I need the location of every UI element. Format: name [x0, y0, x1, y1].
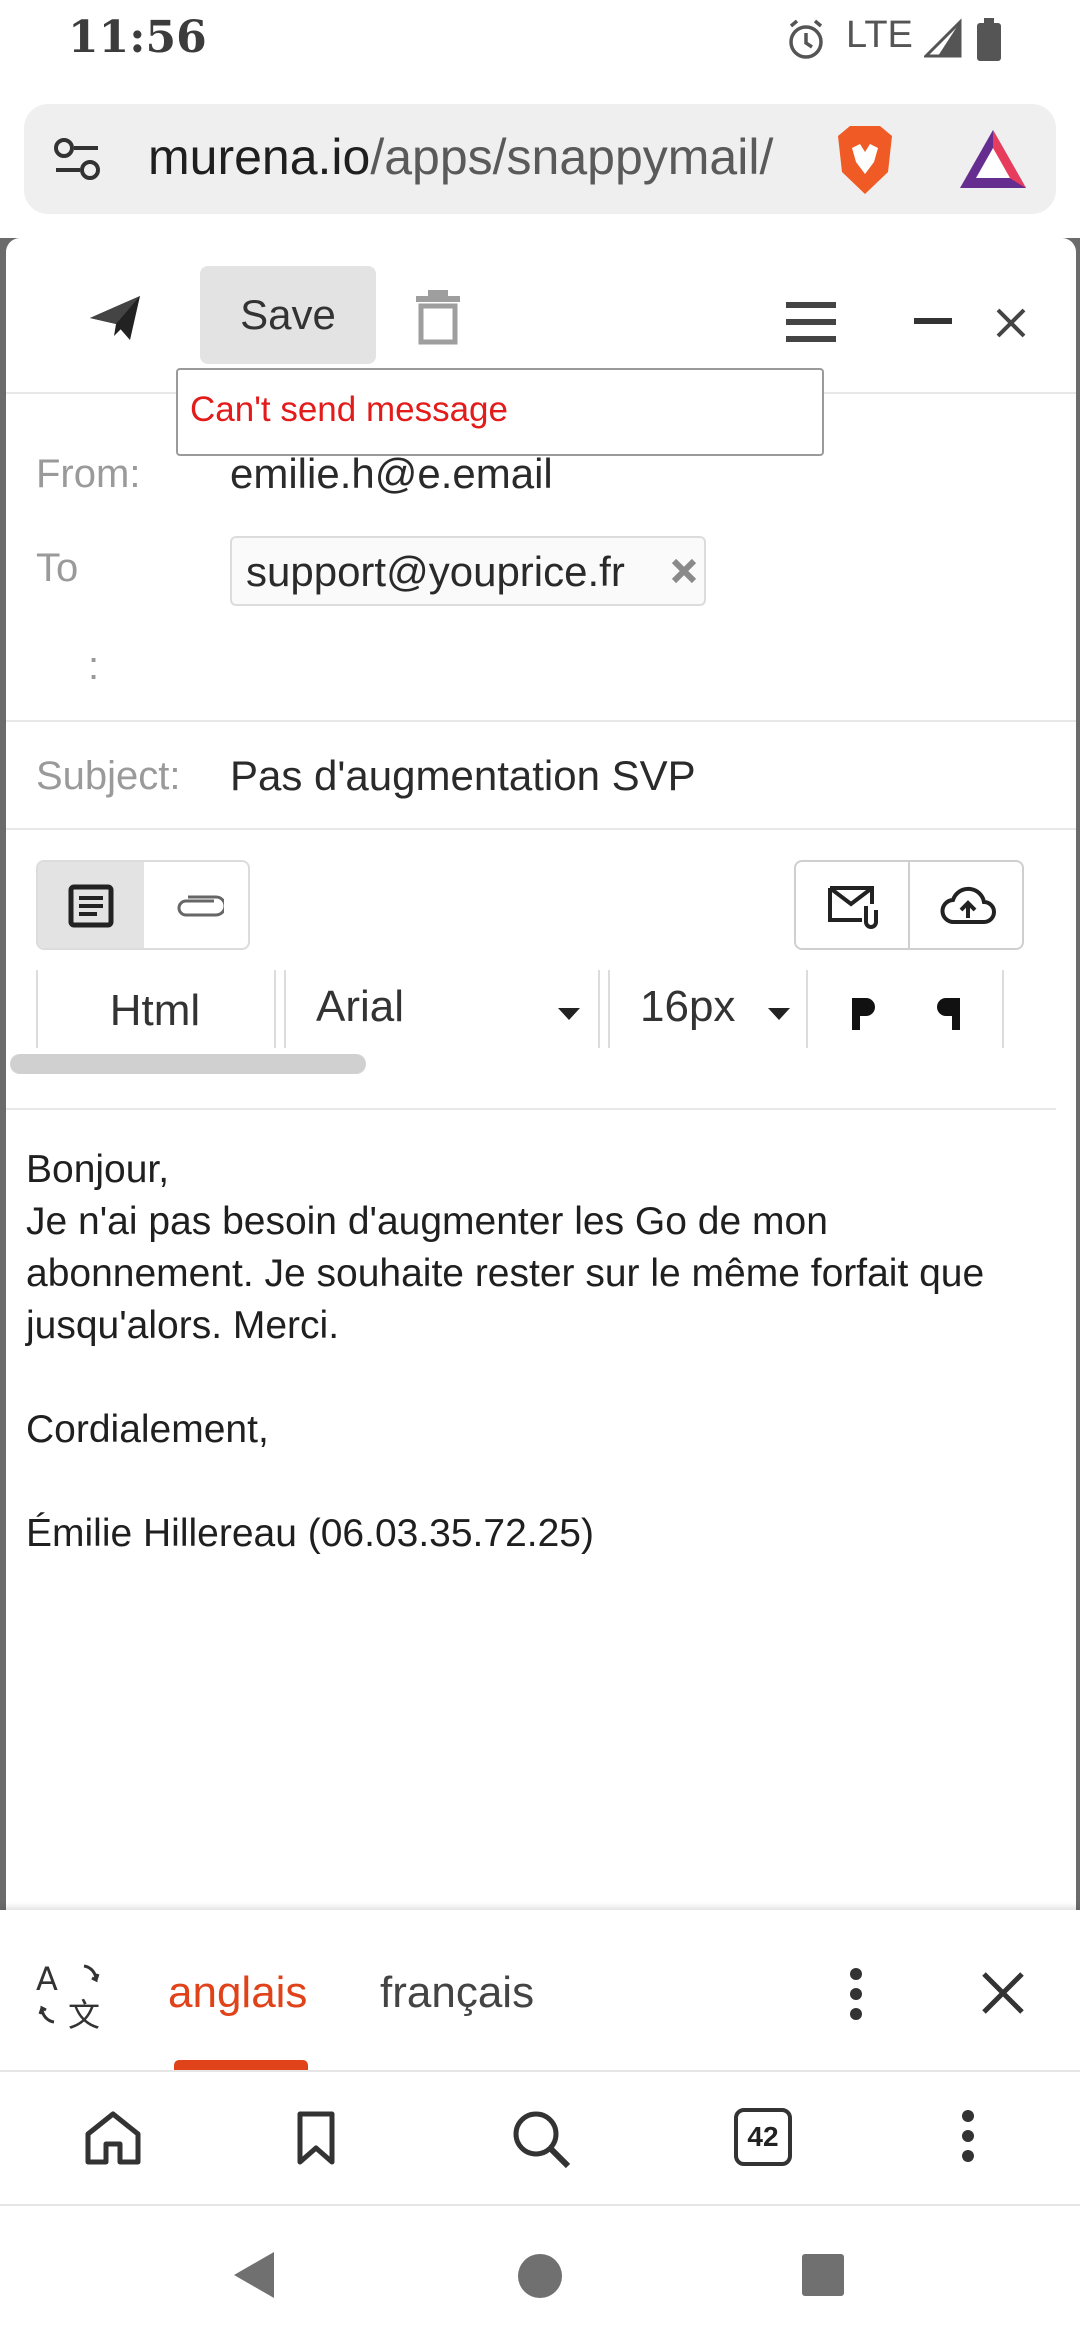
home-icon[interactable]: [84, 2110, 142, 2171]
error-tooltip: Can't send message: [176, 368, 824, 456]
address-bar[interactable]: murena.io/apps/snappymail/: [24, 104, 1056, 214]
hamburger-icon: [786, 302, 836, 342]
more-vert-icon[interactable]: [846, 1966, 866, 2022]
close-button[interactable]: [996, 308, 1026, 338]
recipient-email: support@youprice.fr: [246, 548, 625, 595]
close-icon[interactable]: [980, 1970, 1026, 2016]
divider: [1002, 970, 1004, 1048]
more-vert-icon[interactable]: [958, 2108, 978, 2169]
subject-label: Subject:: [36, 754, 181, 798]
to-label: To: [36, 546, 79, 590]
document-icon: [68, 884, 114, 928]
subject-field[interactable]: Pas d'augmentation SVP: [230, 752, 696, 800]
divider: [284, 970, 286, 1048]
bookmark-icon[interactable]: [296, 2110, 336, 2171]
divider: [598, 970, 600, 1048]
url-path: /apps/snappymail/: [370, 129, 774, 185]
message-body-editor[interactable]: Bonjour, Je n'ai pas besoin d'augmenter …: [26, 1144, 1056, 1560]
chevron-down-icon[interactable]: [768, 1008, 790, 1020]
extra-field-label: :: [88, 644, 100, 688]
divider: [274, 970, 276, 1048]
remove-recipient-icon[interactable]: [670, 556, 698, 586]
mail-attachment-icon: [828, 886, 878, 929]
site-settings-icon[interactable]: [52, 136, 102, 187]
cloud-upload-icon: [940, 886, 996, 924]
send-button[interactable]: [86, 290, 146, 346]
active-tab-indicator: [174, 2060, 308, 2070]
signal-icon: [922, 18, 962, 65]
body-line: Je n'ai pas besoin d'augmenter les Go de…: [26, 1200, 985, 1347]
divider: [6, 1108, 1056, 1110]
back-icon[interactable]: [232, 2250, 276, 2305]
translate-bar: [0, 1910, 1080, 2070]
text-direction-ltr-icon[interactable]: [846, 996, 876, 1032]
network-type: LTE: [846, 14, 913, 56]
body-line: Émilie Hillereau (06.03.35.72.25): [26, 1512, 594, 1555]
status-bar: 11:56 LTE: [0, 0, 1080, 88]
tabs-count: 42: [747, 2121, 779, 2152]
tabs-button[interactable]: 42: [734, 2108, 792, 2166]
alarm-icon: [786, 18, 826, 67]
url-host: murena.io: [148, 129, 371, 185]
font-family-select[interactable]: Arial: [316, 982, 404, 1032]
save-button[interactable]: Save: [200, 266, 376, 364]
text-mode-button[interactable]: [38, 862, 144, 948]
paperclip-icon: [177, 895, 224, 917]
divider: [6, 828, 1076, 830]
translate-target-language-tab[interactable]: français: [380, 1968, 534, 2018]
trash-icon: [416, 290, 460, 345]
body-line: Cordialement,: [26, 1408, 269, 1451]
brave-shields-icon[interactable]: [830, 122, 900, 203]
recipient-chip[interactable]: support@youprice.fr: [230, 536, 706, 606]
body-line: [26, 1456, 1056, 1508]
search-icon[interactable]: [510, 2108, 572, 2175]
from-label: From:: [36, 452, 141, 496]
url-text[interactable]: murena.io/apps/snappymail/: [148, 128, 773, 186]
delete-button[interactable]: [414, 288, 462, 346]
minimize-button[interactable]: [914, 318, 952, 324]
chevron-down-icon[interactable]: [558, 1008, 580, 1020]
paper-plane-icon: [90, 296, 140, 340]
home-nav-icon[interactable]: [518, 2254, 562, 2298]
from-field[interactable]: emilie.h@e.email: [230, 450, 553, 498]
divider: [806, 970, 808, 1048]
brave-rewards-icon[interactable]: [958, 128, 1028, 195]
attachments-mode-button[interactable]: [146, 862, 248, 948]
body-line: [26, 1352, 1056, 1404]
translate-source-language-tab[interactable]: anglais: [168, 1968, 307, 2018]
text-direction-rtl-icon[interactable]: [936, 996, 966, 1032]
menu-button[interactable]: [786, 300, 836, 344]
format-mode-selector[interactable]: Html: [60, 986, 250, 1036]
divider: [608, 970, 610, 1048]
divider: [6, 720, 1076, 722]
toolbar-scrollbar[interactable]: [10, 1054, 366, 1074]
request-read-receipt-button[interactable]: [796, 862, 908, 948]
svg-text:A: A: [36, 1960, 58, 1998]
divider: [36, 970, 38, 1048]
font-size-select[interactable]: 16px: [640, 982, 735, 1032]
status-time: 11:56: [68, 12, 207, 63]
battery-icon: [976, 18, 1002, 67]
compose-actions-group: [794, 860, 1024, 950]
editor-mode-group: [36, 860, 250, 950]
body-line: Bonjour,: [26, 1148, 170, 1191]
upload-to-cloud-button[interactable]: [910, 862, 1024, 948]
recents-icon[interactable]: [802, 2254, 844, 2296]
close-icon: [996, 308, 1026, 338]
svg-text:文: 文: [68, 1996, 100, 2030]
translate-icon[interactable]: A文: [34, 1958, 106, 2034]
